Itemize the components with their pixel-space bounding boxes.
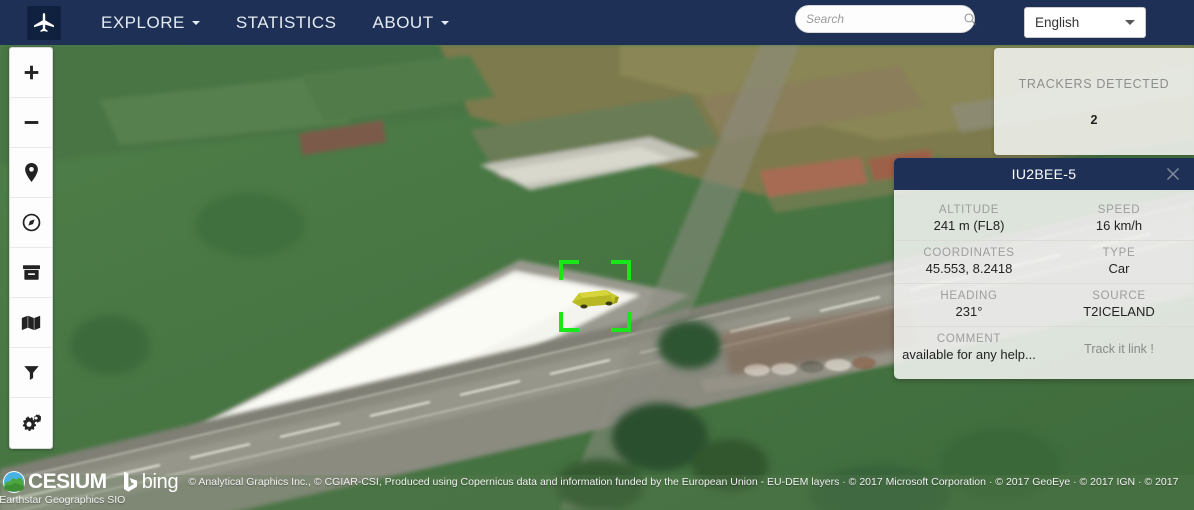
nav-item-statistics-label: STATISTICS (235, 12, 337, 32)
map-icon (21, 315, 41, 330)
map-marker-icon (24, 163, 38, 182)
info-cell-comment: COMMENT available for any help... (894, 327, 1044, 369)
comment-value: available for any help... (902, 347, 1036, 362)
search-container (795, 5, 977, 33)
compass-button[interactable] (10, 198, 52, 248)
nav-item-about[interactable]: ABOUT (355, 0, 467, 45)
track-it-link[interactable]: Track it link ! (1052, 342, 1186, 356)
info-cell-coordinates: COORDINATES 45.553, 8.2418 (894, 241, 1044, 283)
application-root: EXPLORE STATISTICS ABOUT English (0, 0, 1194, 510)
close-icon[interactable] (1166, 167, 1180, 181)
altitude-label: ALTITUDE (938, 204, 1000, 216)
info-row-heading-source: HEADING 231° SOURCE T2ICELAND (894, 284, 1194, 327)
nav-links: EXPLORE STATISTICS ABOUT (83, 0, 467, 45)
info-cell-heading: HEADING 231° (894, 284, 1044, 326)
map-toolbar (9, 47, 53, 449)
trackers-detected-panel: TRACKERS DETECTED 2 (994, 48, 1194, 155)
nav-item-about-label: ABOUT (372, 12, 434, 32)
search-box[interactable] (795, 5, 977, 33)
selection-bracket-top-left (559, 260, 579, 280)
info-row-altitude-speed: ALTITUDE 241 m (FL8) SPEED 16 km/h (894, 198, 1194, 241)
altitude-value: 241 m (FL8) (933, 218, 1005, 233)
info-cell-speed: SPEED 16 km/h (1044, 198, 1194, 240)
settings-button[interactable] (10, 398, 52, 448)
filter-button[interactable] (10, 348, 52, 398)
coordinates-label: COORDINATES (923, 247, 1015, 259)
info-cell-source: SOURCE T2ICELAND (1044, 284, 1194, 326)
info-cell-type: TYPE Car (1044, 241, 1194, 283)
search-input[interactable] (806, 12, 963, 26)
tracker-info-panel: IU2BEE-5 ALTITUDE 241 m (FL8) SPEED 16 k… (894, 158, 1194, 379)
speed-value: 16 km/h (1095, 218, 1143, 233)
cogs-icon (22, 414, 41, 432)
zoom-out-button[interactable] (10, 98, 52, 148)
speed-label: SPEED (1097, 204, 1141, 216)
car-3d-model-icon (572, 290, 619, 309)
selection-bracket-top-right (611, 260, 631, 280)
selection-bracket-bottom-left (559, 312, 579, 332)
archive-button[interactable] (10, 248, 52, 298)
language-select-label: English (1035, 15, 1080, 30)
info-cell-altitude: ALTITUDE 241 m (FL8) (894, 198, 1044, 240)
heading-label: HEADING (940, 290, 998, 302)
trackers-detected-title: TRACKERS DETECTED (1018, 76, 1170, 91)
heading-value: 231° (955, 304, 983, 319)
trackers-detected-count: 2 (1090, 112, 1098, 127)
archive-box-icon (22, 265, 40, 280)
chevron-down-icon (1125, 20, 1135, 25)
chevron-down-icon (440, 20, 449, 25)
compass-icon (22, 213, 40, 232)
filter-funnel-icon (23, 366, 39, 380)
zoom-in-button[interactable] (10, 48, 52, 98)
search-icon[interactable] (963, 12, 977, 26)
plus-icon (24, 65, 38, 80)
comment-label: COMMENT (936, 333, 1002, 345)
selected-vehicle-marker[interactable] (559, 260, 631, 332)
tracker-callsign: IU2BEE-5 (1011, 166, 1077, 182)
nav-item-explore-label: EXPLORE (101, 12, 185, 32)
selection-bracket-bottom-right (611, 312, 631, 332)
airplane-logo-icon[interactable] (27, 5, 61, 40)
type-value: Car (1108, 261, 1130, 276)
top-navigation-bar: EXPLORE STATISTICS ABOUT English (0, 0, 1194, 45)
tracker-info-body: ALTITUDE 241 m (FL8) SPEED 16 km/h COORD… (894, 190, 1194, 379)
source-value: T2ICELAND (1083, 304, 1155, 319)
nav-item-statistics[interactable]: STATISTICS (218, 0, 355, 45)
chevron-down-icon (191, 20, 200, 25)
marker-button[interactable] (10, 148, 52, 198)
source-label: SOURCE (1092, 290, 1146, 302)
coordinates-value: 45.553, 8.2418 (925, 261, 1013, 276)
minus-icon (24, 121, 38, 124)
info-row-coordinates-type: COORDINATES 45.553, 8.2418 TYPE Car (894, 241, 1194, 284)
tracker-info-header: IU2BEE-5 (894, 158, 1194, 190)
nav-item-explore[interactable]: EXPLORE (83, 0, 218, 45)
info-row-comment-track: COMMENT available for any help... Track … (894, 327, 1194, 369)
language-select[interactable]: English (1024, 7, 1146, 38)
info-cell-track-link: Track it link ! (1044, 327, 1194, 369)
basemap-button[interactable] (10, 298, 52, 348)
type-label: TYPE (1102, 247, 1136, 259)
